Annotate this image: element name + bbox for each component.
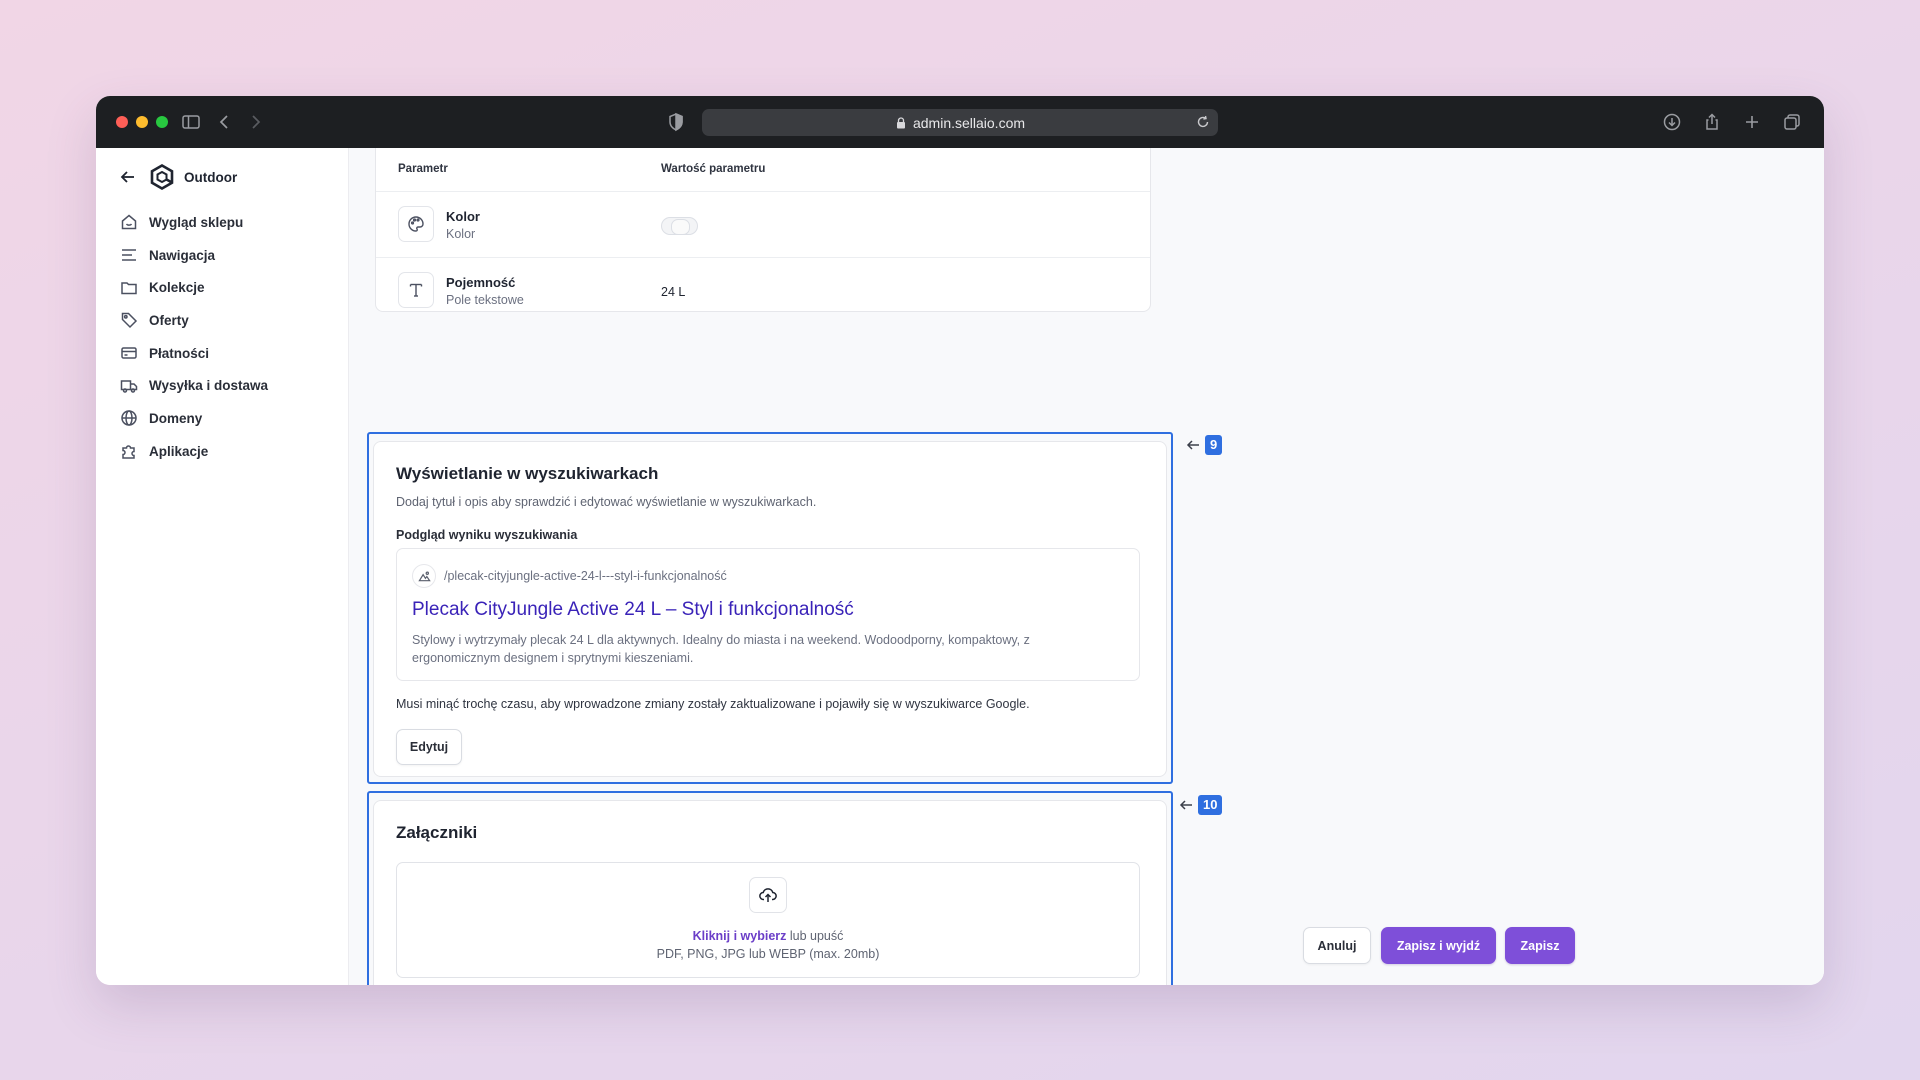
search-preview-label: Podgląd wyniku wyszukiwania <box>396 528 578 542</box>
sidebar-nav: Wygląd sklepu Nawigacja Kolekcje Oferty … <box>120 206 336 468</box>
sidebar-item-label: Domeny <box>149 410 203 426</box>
truck-icon <box>120 380 138 393</box>
globe-icon <box>121 410 137 427</box>
tab-overview-icon[interactable] <box>1781 112 1803 132</box>
attachments-title: Załączniki <box>396 823 478 842</box>
cancel-button[interactable]: Anuluj <box>1303 927 1371 964</box>
download-icon[interactable] <box>1661 112 1683 132</box>
folder-icon <box>121 281 137 294</box>
privacy-shield-icon[interactable] <box>665 112 687 132</box>
new-tab-icon[interactable] <box>1741 112 1763 132</box>
reload-icon[interactable] <box>1196 115 1210 129</box>
preview-url: /plecak-cityjungle-active-24-l---styl-i-… <box>444 569 727 583</box>
color-value-swatch[interactable] <box>661 217 698 235</box>
store-header: Outdoor <box>118 162 237 192</box>
parameter-name: Kolor <box>446 209 480 224</box>
dropzone-instruction: Kliknij i wybierz lub upuść <box>397 929 1139 943</box>
parameter-name: Pojemność <box>446 275 516 290</box>
parameter-value: 24 L <box>661 285 686 299</box>
address-bar[interactable]: admin.sellaio.com <box>702 109 1218 136</box>
minimize-window-button[interactable] <box>136 116 148 128</box>
lock-icon <box>896 116 905 128</box>
sidebar-item-label: Nawigacja <box>149 247 216 263</box>
parameter-type: Pole tekstowe <box>446 293 524 307</box>
sidebar-item-wysylka-i-dostawa[interactable]: Wysyłka i dostawa <box>120 369 336 402</box>
search-result-preview: /plecak-cityjungle-active-24-l---styl-i-… <box>396 548 1140 681</box>
marker-badge: 10 <box>1198 795 1223 815</box>
seo-card: Wyświetlanie w wyszukiwarkach Dodaj tytu… <box>373 441 1167 777</box>
share-icon[interactable] <box>1701 112 1723 132</box>
file-dropzone[interactable]: Kliknij i wybierz lub upuść PDF, PNG, JP… <box>396 862 1140 978</box>
sidebar-toggle-icon[interactable] <box>180 112 202 132</box>
window-controls <box>116 116 168 128</box>
attachments-card: Załączniki Kliknij i wybierz lub upuść P… <box>373 800 1167 985</box>
sidebar-item-label: Aplikacje <box>149 443 209 459</box>
table-row[interactable]: Pojemność Pole tekstowe 24 L <box>376 258 1150 324</box>
column-header-param: Parametr <box>398 163 448 175</box>
sidebar-item-label: Wysyłka i dostawa <box>149 378 269 394</box>
drop-text: lub upuść <box>786 929 844 943</box>
arrow-left-icon <box>1179 800 1192 810</box>
upload-cloud-icon <box>749 877 787 913</box>
sidebar-item-label: Oferty <box>149 312 189 328</box>
site-favicon-icon <box>412 564 436 588</box>
seo-description: Dodaj tytuł i opis aby sprawdzić i edyto… <box>396 495 817 509</box>
choose-file-link[interactable]: Kliknij i wybierz <box>693 929 787 943</box>
column-header-value: Wartość parametru <box>661 163 766 175</box>
sidebar-item-platnosci[interactable]: Płatności <box>120 337 336 370</box>
accepted-formats: PDF, PNG, JPG lub WEBP (max. 20mb) <box>656 947 880 961</box>
store-logo-icon <box>150 164 174 190</box>
url-text: admin.sellaio.com <box>912 114 1026 131</box>
parameters-table-header: Parametr Wartość parametru <box>376 148 1150 192</box>
annotation-marker-9: 9 <box>1185 435 1223 455</box>
sidebar-item-label: Wygląd sklepu <box>149 214 244 230</box>
back-nav-icon[interactable] <box>214 112 236 132</box>
arrow-left-icon <box>1186 440 1199 450</box>
edit-seo-button[interactable]: Edytuj <box>396 729 462 765</box>
save-button[interactable]: Zapisz <box>1505 927 1575 964</box>
sidebar-item-kolekcje[interactable]: Kolekcje <box>120 271 336 304</box>
parameters-table-card: Parametr Wartość parametru Kolor Kolor P… <box>375 148 1151 312</box>
sidebar-item-label: Kolekcje <box>149 280 205 296</box>
sidebar-item-label: Płatności <box>149 345 210 361</box>
annotation-marker-10: 10 <box>1178 795 1223 815</box>
sidebar-item-oferty[interactable]: Oferty <box>120 304 336 337</box>
seo-update-note: Musi minąć trochę czasu, aby wprowadzone… <box>396 697 1030 711</box>
home-icon <box>121 214 137 230</box>
maximize-window-button[interactable] <box>156 116 168 128</box>
sidebar-item-domeny[interactable]: Domeny <box>120 402 336 435</box>
save-and-exit-button[interactable]: Zapisz i wyjdź <box>1381 927 1496 964</box>
main-content: Parametr Wartość parametru Kolor Kolor P… <box>349 148 1824 985</box>
browser-window: admin.sellaio.com Outdoor Wygląd sklepu <box>96 96 1824 985</box>
sidebar-item-nawigacja[interactable]: Nawigacja <box>120 239 336 272</box>
marker-badge: 9 <box>1205 435 1223 455</box>
store-name: Outdoor <box>184 169 238 185</box>
close-window-button[interactable] <box>116 116 128 128</box>
tag-icon <box>121 313 138 329</box>
forward-nav-icon[interactable] <box>244 112 266 132</box>
menu-lines-icon <box>122 249 136 261</box>
preview-description: Stylowy i wytrzymały plecak 24 L dla akt… <box>412 633 1030 665</box>
preview-title: Plecak CityJungle Active 24 L – Styl i f… <box>412 599 854 620</box>
browser-toolbar: admin.sellaio.com <box>96 96 1824 148</box>
sidebar: Outdoor Wygląd sklepu Nawigacja Kolekcje… <box>96 148 349 985</box>
palette-icon <box>398 206 434 242</box>
text-t-icon <box>398 272 434 308</box>
parameter-type: Kolor <box>446 227 476 241</box>
seo-title: Wyświetlanie w wyszukiwarkach <box>396 464 659 483</box>
table-row[interactable]: Kolor Kolor <box>376 192 1150 258</box>
puzzle-icon <box>122 445 135 459</box>
sidebar-item-wyglad-sklepu[interactable]: Wygląd sklepu <box>120 206 336 239</box>
back-arrow-icon[interactable] <box>118 167 138 187</box>
credit-card-icon <box>121 347 137 359</box>
sidebar-item-aplikacje[interactable]: Aplikacje <box>120 435 336 468</box>
